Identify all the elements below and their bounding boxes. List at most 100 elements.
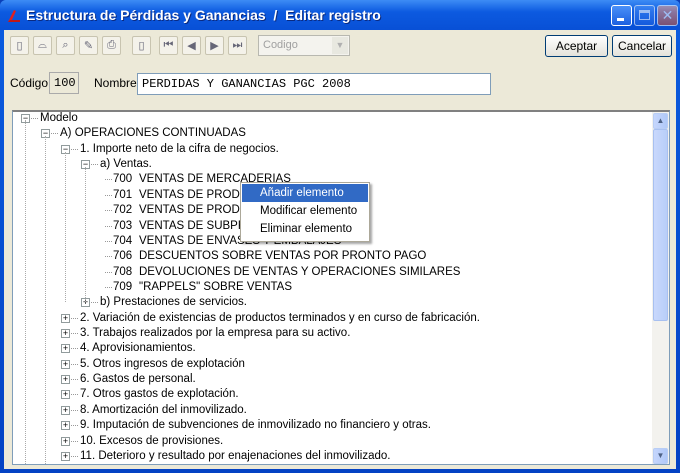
tree-node[interactable]: − A) OPERACIONES CONTINUADAS xyxy=(13,126,653,141)
window-title: Estructura de Pérdidas y Ganancias / Edi… xyxy=(26,7,381,23)
tree-connector xyxy=(105,256,112,258)
tree-connector xyxy=(71,348,78,350)
accept-button[interactable]: Aceptar xyxy=(545,35,608,57)
first-icon[interactable]: ⏮ xyxy=(159,36,178,55)
tree-connector xyxy=(71,425,78,427)
open-icon[interactable]: ⌓ xyxy=(33,36,52,55)
order-combo[interactable]: Codigo ▼ xyxy=(258,35,350,56)
tree-connector xyxy=(51,133,58,135)
tree-connector xyxy=(71,379,78,381)
tree-node[interactable]: 709 "RAPPELS" SOBRE VENTAS xyxy=(13,280,653,295)
tree-connector xyxy=(71,440,78,442)
nombre-input[interactable]: PERDIDAS Y GANANCIAS PGC 2008 xyxy=(137,73,491,95)
account-code: 706 xyxy=(113,250,133,263)
expand-icon[interactable]: + xyxy=(61,436,70,446)
prev-icon[interactable]: ◀ xyxy=(182,36,201,55)
tree-node[interactable]: − a) Ventas. xyxy=(13,157,653,172)
print-icon[interactable]: ⎙ xyxy=(102,36,121,55)
node-text: 5. Otros ingresos de explotación xyxy=(80,357,245,370)
tree-node[interactable]: + b) Prestaciones de servicios. xyxy=(13,295,653,310)
expand-icon[interactable]: + xyxy=(61,375,70,385)
tree-node-label: 11. Deterioro y resultado por enajenacio… xyxy=(80,449,390,464)
expand-icon[interactable]: + xyxy=(61,421,70,431)
tree-node-label: 702 VENTAS DE PRODU xyxy=(113,203,248,218)
tree-node[interactable]: +10. Excesos de provisiones. xyxy=(13,434,653,449)
tree-guide-line xyxy=(65,152,66,302)
tree-node-label: 7. Otros gastos de explotación. xyxy=(80,387,239,402)
tree-connector xyxy=(105,194,112,196)
node-text: 9. Imputación de subvenciones de inmovil… xyxy=(80,419,431,432)
cancel-button[interactable]: Cancelar xyxy=(612,35,672,57)
node-text: 6. Gastos de personal. xyxy=(80,373,196,386)
next-icon[interactable]: ▶ xyxy=(205,36,224,55)
last-icon[interactable]: ⏭ xyxy=(228,36,247,55)
expand-icon[interactable]: + xyxy=(61,405,70,415)
tree-connector xyxy=(105,240,112,242)
tree-node-label: 706 DESCUENTOS SOBRE VENTAS POR PRONTO PA… xyxy=(113,249,426,264)
node-text: VENTAS DE PRODU xyxy=(139,204,249,217)
edit-icon[interactable]: ✎ xyxy=(79,36,98,55)
tree-node[interactable]: +8. Amortización del inmovilizado. xyxy=(13,403,653,418)
close-button[interactable]: ✕ xyxy=(657,5,678,26)
node-text: "RAPPELS" SOBRE VENTAS xyxy=(139,280,293,293)
tree-node[interactable]: +9. Imputación de subvenciones de inmovi… xyxy=(13,418,653,433)
app-icon xyxy=(8,10,20,22)
client-area: ▯ ⌓ ⌕ ✎ ⎙ ▯ ⏮ ◀ ▶ ⏭ Codigo ▼ Aceptar Cancelar Códi… xyxy=(4,30,676,469)
scroll-up-icon[interactable]: ▲ xyxy=(653,113,668,129)
node-text: 1. Importe neto de la cifra de negocios. xyxy=(80,142,279,155)
new-icon[interactable]: ▯ xyxy=(10,36,29,55)
tree-guide-line xyxy=(25,120,26,464)
expand-icon[interactable]: + xyxy=(61,390,70,400)
tree-node[interactable]: 706 DESCUENTOS SOBRE VENTAS POR PRONTO PA… xyxy=(13,249,653,264)
account-code: 703 xyxy=(113,219,133,232)
tree-node[interactable]: 708 DEVOLUCIONES DE VENTAS Y OPERACIONES … xyxy=(13,265,653,280)
scroll-down-icon[interactable]: ▼ xyxy=(653,448,668,464)
tree-node[interactable]: +2. Variación de existencias de producto… xyxy=(13,311,653,326)
vertical-scrollbar[interactable]: ▲ ▼ xyxy=(652,112,669,464)
codigo-label: Código xyxy=(10,76,49,90)
menu-item-modify[interactable]: Modificar elemento xyxy=(242,202,368,220)
maximize-button[interactable] xyxy=(634,5,655,26)
tree-node-label: a) Ventas. xyxy=(100,157,152,172)
expand-icon[interactable]: + xyxy=(61,451,70,461)
title-bar[interactable]: Estructura de Pérdidas y Ganancias / Edi… xyxy=(0,0,680,30)
search-icon[interactable]: ⌕ xyxy=(56,36,75,55)
tree-connector xyxy=(105,225,112,227)
scroll-thumb[interactable] xyxy=(653,129,668,321)
tree-node[interactable]: +5. Otros ingresos de explotación xyxy=(13,357,653,372)
menu-item-delete[interactable]: Eliminar elemento xyxy=(242,220,368,238)
tree-connector xyxy=(71,409,78,411)
tree-connector xyxy=(71,455,78,457)
structure-tree[interactable]: − Modelo − A) OPERACIONES CONTINUADAS −1. Im… xyxy=(12,110,670,465)
expand-icon[interactable]: + xyxy=(61,313,70,323)
tree-connector xyxy=(91,164,98,166)
tree-connector xyxy=(91,302,98,304)
tree-node[interactable]: − Modelo xyxy=(13,112,653,126)
tree-node[interactable]: −1. Importe neto de la cifra de negocios… xyxy=(13,142,653,157)
tree-node-label: 9. Imputación de subvenciones de inmovil… xyxy=(80,418,431,433)
tree-connector xyxy=(105,286,112,288)
nombre-label: Nombre xyxy=(94,76,137,90)
tree-connector xyxy=(105,271,112,273)
account-code: 702 xyxy=(113,204,133,217)
order-combo-value: Codigo xyxy=(263,39,298,51)
account-code: 701 xyxy=(113,188,133,201)
tree-node[interactable]: +11. Deterioro y resultado por enajenaci… xyxy=(13,449,653,464)
expand-icon[interactable]: + xyxy=(61,329,70,339)
expand-icon[interactable]: + xyxy=(61,344,70,354)
node-text: b) Prestaciones de servicios. xyxy=(100,296,248,309)
tree-node[interactable]: +6. Gastos de personal. xyxy=(13,372,653,387)
menu-item-add[interactable]: Añadir elemento xyxy=(242,184,368,202)
tree-node[interactable]: +7. Otros gastos de explotación. xyxy=(13,387,653,402)
node-text: 7. Otros gastos de explotación. xyxy=(80,388,239,401)
tree-node-label: 709 "RAPPELS" SOBRE VENTAS xyxy=(113,280,292,295)
tree-node[interactable]: +4. Aprovisionamientos. xyxy=(13,341,653,356)
codigo-field: 100 xyxy=(49,72,79,94)
copy-icon[interactable]: ▯ xyxy=(132,36,151,55)
tree-guide-line xyxy=(45,136,46,464)
tree-node-label: 3. Trabajos realizados por la empresa pa… xyxy=(80,326,350,341)
node-text: 4. Aprovisionamientos. xyxy=(80,342,196,355)
minimize-button[interactable] xyxy=(611,5,632,26)
expand-icon[interactable]: + xyxy=(61,359,70,369)
tree-node[interactable]: +3. Trabajos realizados por la empresa p… xyxy=(13,326,653,341)
